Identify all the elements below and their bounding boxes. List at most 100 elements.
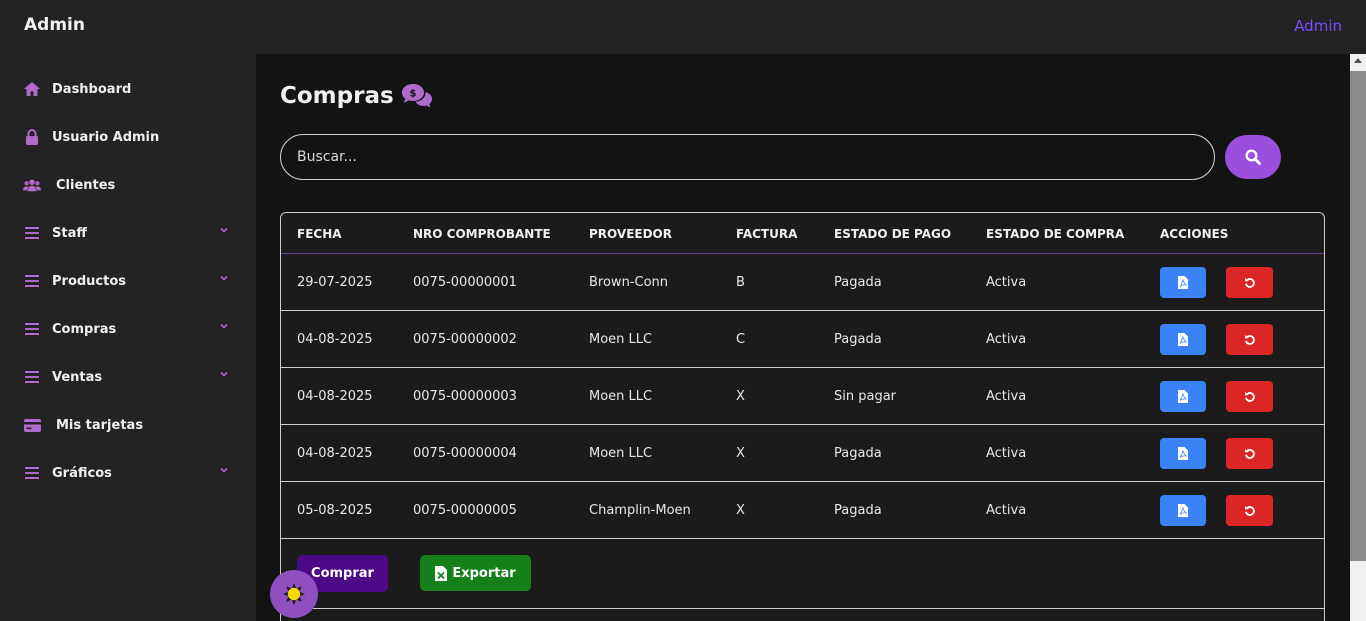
divider bbox=[281, 608, 1324, 609]
sun-icon bbox=[283, 583, 305, 605]
cell-factura: B bbox=[736, 275, 745, 290]
cell-proveedor: Champlin-Moen bbox=[589, 503, 691, 518]
pdf-button[interactable] bbox=[1160, 381, 1206, 412]
cell-proveedor: Moen LLC bbox=[589, 332, 653, 347]
column-header: ESTADO DE PAGO bbox=[834, 227, 952, 241]
column-header: ESTADO DE COMPRA bbox=[986, 227, 1125, 241]
sidebar-item-label: Productos bbox=[52, 273, 127, 289]
cell-estado-compra: Activa bbox=[986, 503, 1027, 518]
table-header: FECHA NRO COMPROBANTE PROVEEDOR FACTURA … bbox=[281, 213, 1324, 254]
cell-nro-comprobante: 0075-00000004 bbox=[413, 446, 517, 461]
sidebar-item-productos[interactable]: Productos bbox=[0, 261, 256, 301]
undo-icon bbox=[1244, 334, 1255, 345]
money-chat-icon: $ bbox=[401, 84, 432, 108]
cell-estado-compra: Activa bbox=[986, 332, 1027, 347]
cell-nro-comprobante: 0075-00000002 bbox=[413, 332, 517, 347]
purchases-table: FECHA NRO COMPROBANTE PROVEEDOR FACTURA … bbox=[280, 212, 1325, 621]
cell-proveedor: Brown-Conn bbox=[589, 275, 669, 290]
chevron-down-icon bbox=[220, 467, 228, 473]
sidebar-item-label: Dashboard bbox=[52, 81, 132, 97]
menu-icon bbox=[23, 464, 41, 482]
undo-button[interactable] bbox=[1226, 267, 1273, 298]
chevron-down-icon bbox=[220, 275, 228, 281]
floating-theme-button[interactable] bbox=[270, 570, 318, 618]
sidebar-item-clientes[interactable]: Clientes bbox=[0, 165, 256, 205]
sidebar-item-mis-tarjetas[interactable]: Mis tarjetas bbox=[0, 405, 256, 445]
search-button[interactable] bbox=[1225, 135, 1281, 179]
table-row: 29-07-2025 0075-00000001 Brown-Conn B Pa… bbox=[281, 254, 1324, 311]
sidebar-item-dashboard[interactable]: Dashboard bbox=[0, 69, 256, 109]
cell-estado-pago: Pagada bbox=[834, 332, 882, 347]
cell-factura: X bbox=[736, 389, 745, 404]
sidebar-item-label: Clientes bbox=[56, 177, 116, 193]
cell-factura: X bbox=[736, 503, 745, 518]
sidebar: Dashboard Usuario Admin Clientes Staff P… bbox=[0, 54, 256, 621]
chevron-down-icon bbox=[220, 371, 228, 377]
cell-fecha: 04-08-2025 bbox=[297, 389, 373, 404]
pdf-button[interactable] bbox=[1160, 324, 1206, 355]
brand-title[interactable]: Admin bbox=[24, 15, 85, 35]
exportar-button[interactable]: Exportar bbox=[420, 555, 531, 591]
cell-estado-compra: Activa bbox=[986, 275, 1027, 290]
cell-factura: X bbox=[736, 446, 745, 461]
pdf-button[interactable] bbox=[1160, 438, 1206, 469]
table-row: 05-08-2025 0075-00000005 Champlin-Moen X… bbox=[281, 482, 1324, 539]
sidebar-item-label: Ventas bbox=[52, 369, 103, 385]
column-header: FECHA bbox=[297, 227, 342, 241]
undo-icon bbox=[1244, 448, 1255, 459]
exportar-label: Exportar bbox=[452, 565, 516, 581]
undo-icon bbox=[1244, 391, 1255, 402]
cell-estado-pago: Pagada bbox=[834, 275, 882, 290]
cell-estado-compra: Activa bbox=[986, 446, 1027, 461]
sidebar-item-label: Mis tarjetas bbox=[56, 417, 144, 433]
table-row: 04-08-2025 0075-00000002 Moen LLC C Paga… bbox=[281, 311, 1324, 368]
undo-button[interactable] bbox=[1226, 381, 1273, 412]
scrollbar-thumb[interactable] bbox=[1350, 71, 1366, 561]
file-pdf-icon bbox=[1178, 504, 1188, 517]
undo-icon bbox=[1244, 505, 1255, 516]
menu-icon bbox=[23, 320, 41, 338]
sidebar-item-usuario-admin[interactable]: Usuario Admin bbox=[0, 117, 256, 157]
column-header: PROVEEDOR bbox=[589, 227, 672, 241]
file-pdf-icon bbox=[1178, 447, 1188, 460]
chevron-down-icon bbox=[220, 323, 228, 329]
sidebar-item-label: Compras bbox=[52, 321, 117, 337]
top-bar: Admin Admin bbox=[0, 0, 1366, 54]
search-input[interactable] bbox=[280, 134, 1215, 180]
column-header: ACCIONES bbox=[1160, 227, 1229, 241]
users-icon bbox=[23, 176, 41, 194]
cell-estado-pago: Pagada bbox=[834, 503, 882, 518]
file-pdf-icon bbox=[1178, 333, 1188, 346]
undo-button[interactable] bbox=[1226, 324, 1273, 355]
sidebar-item-staff[interactable]: Staff bbox=[0, 213, 256, 253]
cell-proveedor: Moen LLC bbox=[589, 389, 653, 404]
undo-button[interactable] bbox=[1226, 495, 1273, 526]
cell-fecha: 05-08-2025 bbox=[297, 503, 373, 518]
undo-icon bbox=[1244, 277, 1255, 288]
sidebar-item-ventas[interactable]: Ventas bbox=[0, 357, 256, 397]
search-icon bbox=[1245, 149, 1261, 165]
pdf-button[interactable] bbox=[1160, 495, 1206, 526]
menu-icon bbox=[23, 368, 41, 386]
admin-user-link[interactable]: Admin bbox=[1294, 17, 1342, 35]
cell-fecha: 04-08-2025 bbox=[297, 446, 373, 461]
main-content: Compras $ FECHA NRO COMPROBANTE PROVEEDO… bbox=[256, 54, 1350, 621]
undo-button[interactable] bbox=[1226, 438, 1273, 469]
cell-estado-pago: Pagada bbox=[834, 446, 882, 461]
home-icon bbox=[23, 80, 41, 98]
sidebar-item-graficos[interactable]: Gráficos bbox=[0, 453, 256, 493]
cell-fecha: 04-08-2025 bbox=[297, 332, 373, 347]
cell-nro-comprobante: 0075-00000005 bbox=[413, 503, 517, 518]
pdf-button[interactable] bbox=[1160, 267, 1206, 298]
cell-proveedor: Moen LLC bbox=[589, 446, 653, 461]
file-pdf-icon bbox=[1178, 390, 1188, 403]
column-header: FACTURA bbox=[736, 227, 798, 241]
cell-estado-pago: Sin pagar bbox=[834, 389, 897, 404]
cell-factura: C bbox=[736, 332, 746, 347]
file-excel-icon bbox=[435, 565, 448, 581]
sidebar-item-compras[interactable]: Compras bbox=[0, 309, 256, 349]
cell-nro-comprobante: 0075-00000003 bbox=[413, 389, 517, 404]
svg-text:$: $ bbox=[409, 89, 416, 100]
menu-icon bbox=[23, 224, 41, 242]
scroll-up-arrow-icon[interactable] bbox=[1354, 58, 1362, 63]
